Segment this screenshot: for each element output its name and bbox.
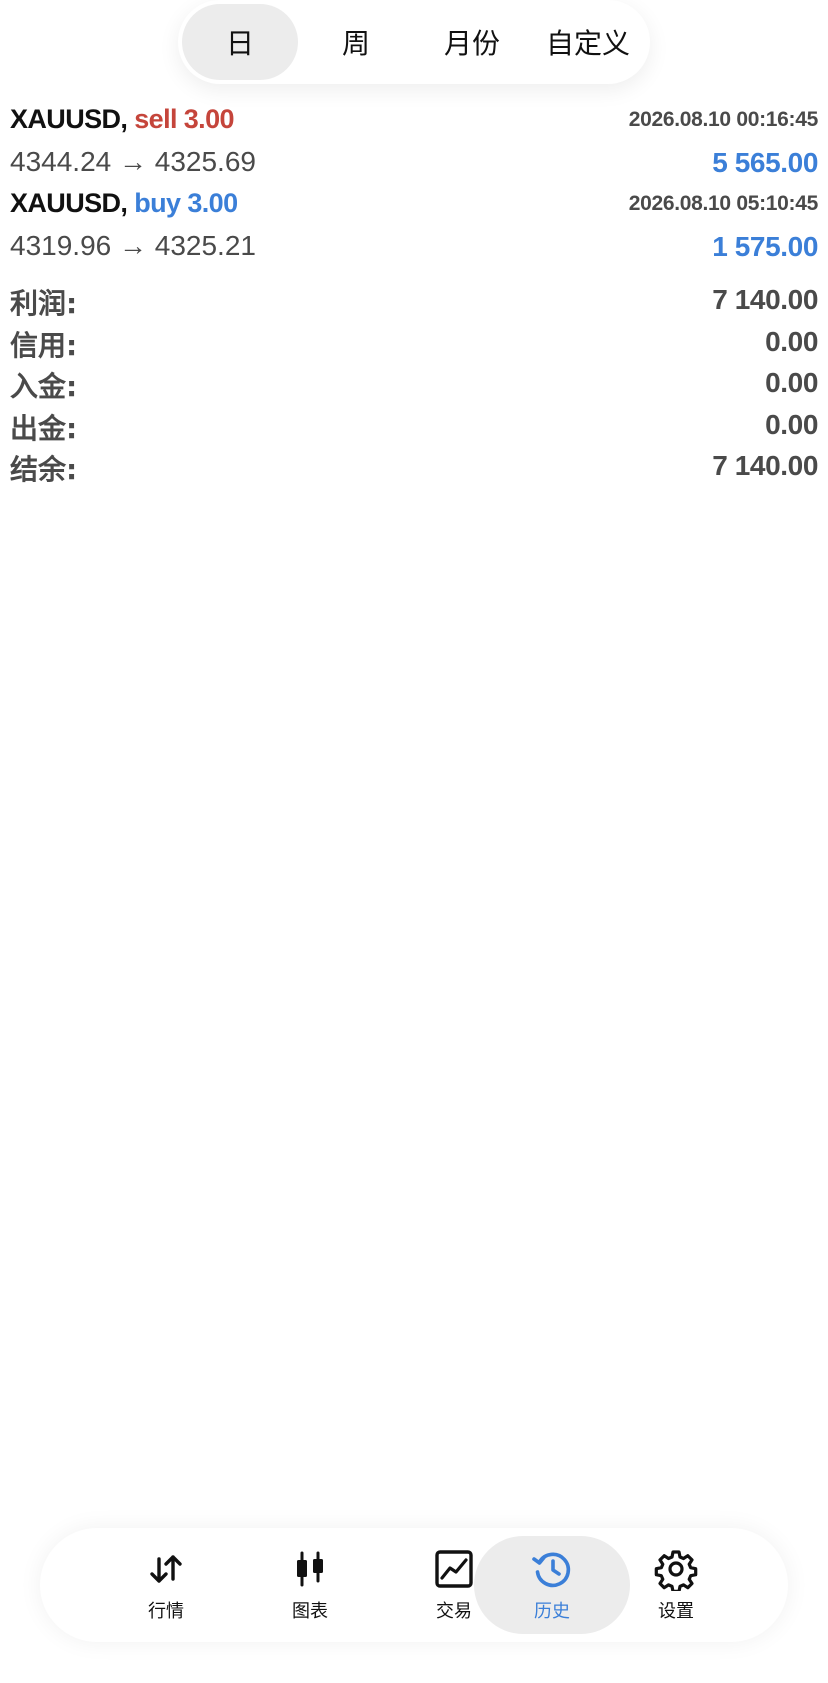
summary-row-deposit: 入金: 0.00 [10, 365, 818, 407]
tab-month[interactable]: 月份 [414, 4, 530, 80]
summary-row-profit: 利润: 7 140.00 [10, 282, 818, 324]
summary-block: 利润: 7 140.00 信用: 0.00 入金: 0.00 出金: 0.00 … [10, 282, 818, 490]
nav-label: 交易 [436, 1601, 472, 1622]
summary-value: 0.00 [765, 367, 818, 398]
summary-label: 信用: [10, 328, 78, 362]
nav-label: 历史 [534, 1601, 570, 1622]
nav-item-settings[interactable]: 设置 [598, 1536, 754, 1634]
summary-row-credit: 信用: 0.00 [10, 324, 818, 366]
period-selector: 日 周 月份 自定义 [178, 0, 650, 84]
deal-symbol: XAUUSD, [10, 104, 128, 134]
deal-time: 2026.08.10 05:10:45 [628, 192, 819, 215]
nav-label: 行情 [148, 1601, 184, 1622]
history-screen: 日 周 月份 自定义 XAUUSD, sell 3.00 2026.08.10 … [0, 0, 828, 1683]
summary-row-balance: 结余: 7 140.00 [10, 448, 818, 490]
candlestick-chart-icon [297, 1551, 323, 1587]
nav-label: 图表 [292, 1601, 328, 1622]
deal-symbol: XAUUSD, [10, 188, 128, 218]
deal-row[interactable]: XAUUSD, buy 3.00 2026.08.10 05:10:45 431… [10, 188, 818, 270]
deal-prices: 4344.24 → 4325.69 [10, 146, 256, 177]
quotes-arrows-icon [150, 1555, 182, 1583]
summary-row-withdrawal: 出金: 0.00 [10, 407, 818, 449]
nav-label: 设置 [658, 1601, 694, 1622]
deal-time: 2026.08.10 00:16:45 [628, 108, 819, 131]
summary-label: 入金: [10, 370, 78, 403]
summary-value: 7 140.00 [712, 450, 818, 481]
summary-label: 结余: [10, 453, 78, 486]
bottom-nav: 行情 图表 交易 历史 设置 [40, 1528, 788, 1642]
summary-label: 出金: [10, 411, 78, 445]
deal-details: 4344.24 → 4325.69 5 565.00 [10, 142, 818, 182]
deal-symbol-line: XAUUSD, sell 3.00 [10, 104, 235, 135]
deal-header: XAUUSD, sell 3.00 2026.08.10 00:16:45 [10, 104, 818, 140]
deal-symbol-line: XAUUSD, buy 3.00 [10, 188, 238, 219]
deal-type: buy 3.00 [134, 188, 238, 218]
deal-details: 4319.96 → 4325.21 1 575.00 [10, 226, 818, 266]
deal-row[interactable]: XAUUSD, sell 3.00 2026.08.10 00:16:45 43… [10, 104, 818, 186]
history-clock-icon [532, 1552, 571, 1588]
summary-value: 0.00 [765, 325, 818, 357]
deal-prices: 4319.96 → 4325.21 [10, 230, 256, 261]
tab-custom[interactable]: 自定义 [530, 4, 646, 80]
summary-value: 7 140.00 [712, 284, 818, 315]
deal-profit: 1 575.00 [712, 231, 818, 262]
trade-line-chart-icon [435, 1550, 473, 1588]
nav-item-quotes[interactable]: 行情 [88, 1536, 244, 1634]
tab-week[interactable]: 周 [298, 4, 414, 80]
nav-item-charts[interactable]: 图表 [232, 1536, 388, 1634]
gear-icon [654, 1550, 698, 1591]
deal-profit: 5 565.00 [712, 147, 818, 178]
deal-type: sell 3.00 [134, 104, 234, 134]
summary-value: 0.00 [765, 408, 818, 440]
summary-label: 利润: [10, 287, 78, 320]
deal-header: XAUUSD, buy 3.00 2026.08.10 05:10:45 [10, 188, 818, 224]
tab-day[interactable]: 日 [182, 4, 298, 80]
